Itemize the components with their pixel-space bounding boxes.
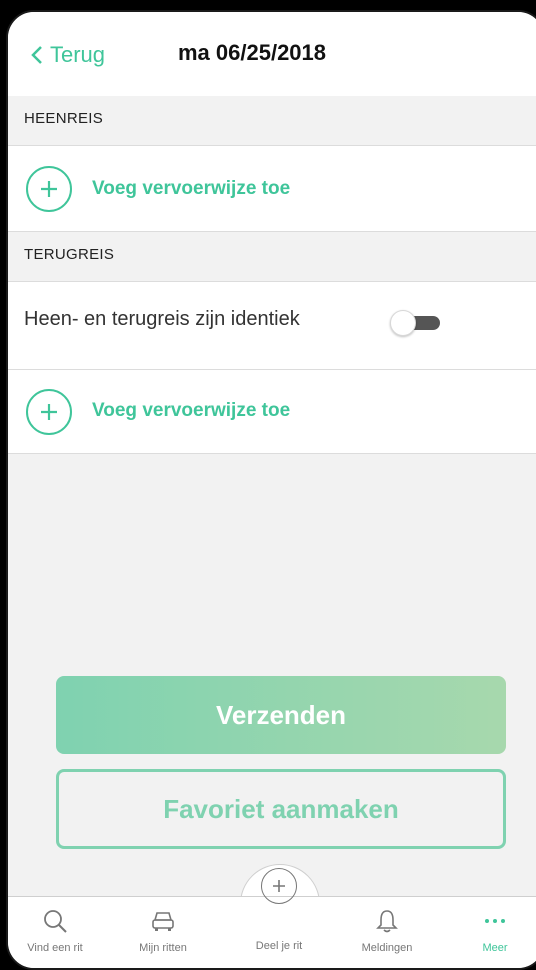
- plus-icon: [273, 880, 285, 892]
- tab-find-ride-label: Vind een rit: [27, 942, 83, 954]
- plus-circle-icon: [26, 389, 72, 435]
- submit-button[interactable]: Verzenden: [56, 676, 506, 754]
- add-transport-outbound-label: Voeg vervoerwijze toe: [92, 178, 291, 199]
- more-dots-icon: [485, 919, 505, 923]
- tab-my-rides-label: Mijn ritten: [139, 942, 187, 954]
- tab-notifications[interactable]: Meldingen: [342, 904, 432, 954]
- tab-share-ride[interactable]: Deel je rit: [234, 940, 324, 952]
- section-header-outbound: HEENREIS: [8, 96, 536, 146]
- toggle-knob: [390, 310, 416, 336]
- car-icon: [152, 912, 174, 931]
- tab-my-rides[interactable]: Mijn ritten: [118, 904, 208, 954]
- section-header-outbound-label: HEENREIS: [24, 110, 104, 127]
- phone-frame: Terug ma 06/25/2018 HEENREIS Voeg vervoe…: [6, 10, 536, 970]
- identical-trip-toggle[interactable]: [390, 310, 442, 336]
- section-header-return: TERUGREIS: [8, 232, 536, 282]
- plus-circle-icon: [26, 166, 72, 212]
- tab-more[interactable]: Meer: [450, 904, 536, 954]
- back-label: Terug: [50, 42, 106, 67]
- tab-notifications-label: Meldingen: [361, 942, 413, 954]
- search-icon: [44, 910, 67, 933]
- tab-more-label: Meer: [482, 942, 508, 954]
- identical-trip-row: Heen- en terugreis zijn identiek: [8, 282, 536, 370]
- identical-trip-label: Heen- en terugreis zijn identiek: [24, 308, 300, 330]
- chevron-left-icon: [31, 46, 42, 64]
- navigation-bar: Terug ma 06/25/2018: [8, 12, 536, 97]
- add-transport-return-label: Voeg vervoerwijze toe: [92, 400, 291, 421]
- create-favorite-button[interactable]: Favoriet aanmaken: [56, 769, 506, 849]
- section-header-return-label: TERUGREIS: [24, 246, 115, 263]
- page-title: ma 06/25/2018: [178, 40, 327, 65]
- share-ride-button[interactable]: [261, 868, 297, 904]
- tab-find-ride[interactable]: Vind een rit: [10, 904, 100, 954]
- add-transport-outbound-row[interactable]: Voeg vervoerwijze toe: [8, 146, 536, 232]
- tab-share-ride-label: Deel je rit: [255, 940, 303, 952]
- bell-icon: [376, 910, 398, 933]
- back-button[interactable]: Terug: [30, 42, 105, 68]
- add-transport-return-row[interactable]: Voeg vervoerwijze toe: [8, 370, 536, 454]
